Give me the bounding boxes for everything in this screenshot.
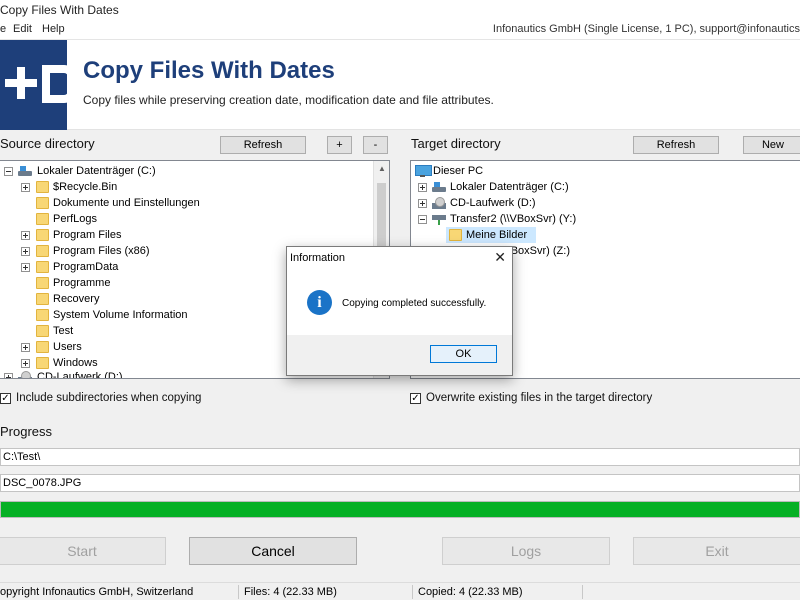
- menu-edit[interactable]: Edit: [13, 23, 32, 35]
- app-header: Copy Files With Dates Copy files while p…: [0, 40, 800, 130]
- expand-icon[interactable]: [4, 373, 13, 378]
- tree-item[interactable]: PerfLogs: [0, 211, 370, 227]
- status-separator: [238, 585, 239, 599]
- folder-icon: [36, 357, 49, 369]
- dialog-message: Copying completed successfully.: [342, 298, 487, 309]
- folder-icon: [36, 325, 49, 337]
- target-directory-label: Target directory: [411, 136, 501, 151]
- app-title: Copy Files With Dates: [83, 57, 335, 84]
- folder-icon: [36, 341, 49, 353]
- cd-drive-icon: [18, 371, 32, 378]
- close-icon[interactable]: ✕: [494, 249, 506, 266]
- expand-icon[interactable]: [21, 263, 30, 272]
- source-remove-button[interactable]: -: [363, 136, 388, 154]
- checkbox-checked-icon[interactable]: ✓: [410, 393, 421, 404]
- tree-item[interactable]: Transfer2 (\\VBoxSvr) (Y:): [411, 211, 800, 227]
- expand-icon[interactable]: [21, 359, 30, 368]
- expand-icon[interactable]: [418, 199, 427, 208]
- current-file-field: DSC_0078.JPG: [0, 474, 800, 492]
- folder-icon: [36, 293, 49, 305]
- target-refresh-button[interactable]: Refresh: [633, 136, 719, 154]
- folder-icon: [36, 277, 49, 289]
- expand-icon[interactable]: [418, 183, 427, 192]
- tree-item[interactable]: Program Files: [0, 227, 370, 243]
- status-copyright: opyright Infonautics GmbH, Switzerland: [0, 586, 194, 598]
- folder-icon: [36, 181, 49, 193]
- title-bar: Copy Files With Dates: [0, 0, 800, 20]
- source-refresh-button[interactable]: Refresh: [220, 136, 306, 154]
- cancel-button[interactable]: Cancel: [189, 537, 357, 565]
- network-drive-icon: [432, 213, 446, 225]
- app-logo-icon: [0, 40, 67, 130]
- folder-icon: [36, 229, 49, 241]
- app-subtitle: Copy files while preserving creation dat…: [83, 93, 494, 107]
- window-title: Copy Files With Dates: [0, 3, 119, 17]
- license-info: Infonautics GmbH (Single License, 1 PC),…: [492, 23, 800, 35]
- folder-icon: [36, 245, 49, 257]
- folder-icon: [36, 197, 49, 209]
- exit-button[interactable]: Exit: [633, 537, 800, 565]
- expand-icon[interactable]: [21, 343, 30, 352]
- drive-icon: [18, 166, 32, 176]
- include-subdirectories-checkbox[interactable]: ✓ Include subdirectories when copying: [0, 392, 250, 406]
- current-directory-field: C:\Test\: [0, 448, 800, 466]
- start-button[interactable]: Start: [0, 537, 166, 565]
- expand-icon[interactable]: [21, 247, 30, 256]
- new-folder-button[interactable]: New: [743, 136, 800, 154]
- information-dialog: Information ✕ i Copying completed succes…: [286, 246, 513, 376]
- checkbox-checked-icon[interactable]: ✓: [0, 393, 11, 404]
- tree-item-selected[interactable]: Meine Bilder: [446, 227, 536, 243]
- expand-icon[interactable]: [21, 231, 30, 240]
- folder-icon: [36, 261, 49, 273]
- dialog-title: Information: [290, 252, 346, 264]
- status-separator: [582, 585, 583, 599]
- menu-file[interactable]: e: [0, 23, 6, 35]
- collapse-icon[interactable]: [4, 167, 13, 176]
- scroll-up-icon[interactable]: ▲: [374, 161, 389, 177]
- folder-icon: [36, 309, 49, 321]
- overwrite-checkbox[interactable]: ✓ Overwrite existing files in the target…: [410, 392, 710, 406]
- menu-bar: e Edit Help Infonautics GmbH (Single Lic…: [0, 20, 800, 40]
- cd-drive-icon: [432, 197, 446, 209]
- computer-icon: [415, 165, 432, 177]
- info-icon: i: [307, 290, 332, 315]
- tree-item[interactable]: Lokaler Datenträger (C:): [411, 179, 800, 195]
- tree-item[interactable]: Dokumente und Einstellungen: [0, 195, 370, 211]
- status-files: Files: 4 (22.33 MB): [244, 586, 337, 598]
- collapse-icon[interactable]: [418, 215, 427, 224]
- status-copied: Copied: 4 (22.33 MB): [418, 586, 523, 598]
- progress-fill: [1, 502, 799, 517]
- folder-icon: [449, 229, 462, 241]
- source-directory-label: Source directory: [0, 136, 95, 151]
- drive-icon: [432, 182, 446, 192]
- status-separator: [412, 585, 413, 599]
- progress-label: Progress: [0, 424, 53, 439]
- ok-button[interactable]: OK: [430, 345, 497, 363]
- folder-icon: [36, 213, 49, 225]
- tree-item[interactable]: Dieser PC: [411, 163, 800, 179]
- tree-item[interactable]: CD-Laufwerk (D:): [411, 195, 800, 211]
- menu-help[interactable]: Help: [42, 23, 65, 35]
- tree-item[interactable]: Lokaler Datenträger (C:): [0, 163, 370, 179]
- progress-bar: [0, 501, 800, 518]
- expand-icon[interactable]: [21, 183, 30, 192]
- dialog-footer: OK: [287, 335, 512, 375]
- status-bar: opyright Infonautics GmbH, Switzerland F…: [0, 582, 800, 600]
- logs-button[interactable]: Logs: [442, 537, 610, 565]
- tree-item[interactable]: $Recycle.Bin: [0, 179, 370, 195]
- source-add-button[interactable]: +: [327, 136, 352, 154]
